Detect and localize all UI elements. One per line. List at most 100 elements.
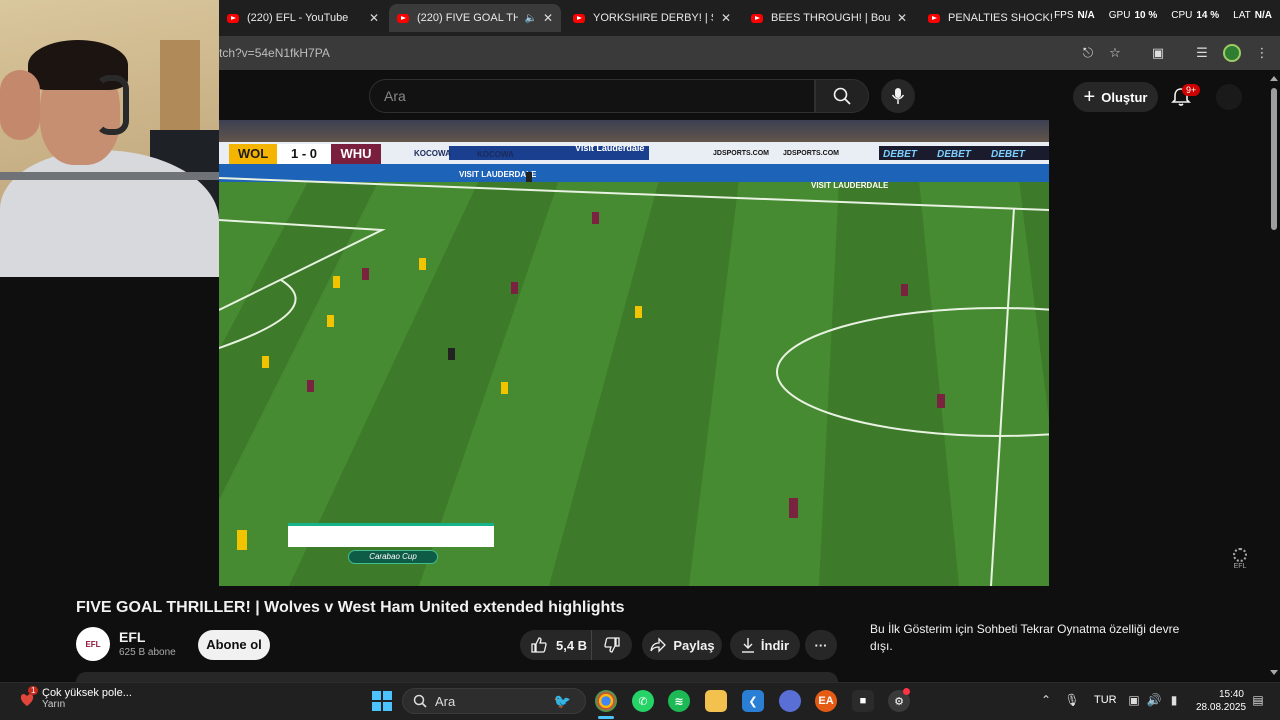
notification-center-icon[interactable]: ▤ <box>1250 692 1266 708</box>
app-circle-icon[interactable] <box>779 690 801 712</box>
ea-app-icon[interactable]: EA <box>815 690 837 712</box>
video-frame: KOCOWA KOCOWA Visit Lauderdale JDSPORTS.… <box>219 120 1049 586</box>
install-app-icon[interactable]: ⎋ <box>1080 45 1096 61</box>
weather-alert-text: Çok yüksek pole... <box>42 687 132 699</box>
description-box[interactable] <box>76 672 838 682</box>
tab-title: (220) EFL - YouTube <box>247 12 349 24</box>
create-label: Oluştur <box>1101 89 1148 105</box>
vscode-app-icon[interactable]: ❮ <box>742 690 764 712</box>
carabao-cup-badge: Carabao Cup <box>348 550 438 564</box>
youtube-favicon-icon <box>227 13 239 23</box>
volume-icon[interactable]: 🔊 <box>1146 692 1162 708</box>
more-dots-icon: ··· <box>814 637 828 653</box>
notification-badge: 9+ <box>1182 84 1201 96</box>
browser-tab-yorkshire[interactable]: YORKSHIRE DERBY! | Sheffi ✕ <box>565 4 739 32</box>
tab-title: PENALTIES SHOCK! | Sund <box>948 12 1052 24</box>
search-button[interactable] <box>815 79 869 113</box>
profile-extension-icon[interactable] <box>1223 44 1241 62</box>
dislike-button[interactable] <box>592 636 632 654</box>
video-player[interactable]: KOCOWA KOCOWA Visit Lauderdale JDSPORTS.… <box>219 120 1049 586</box>
efl-watermark: EFL <box>1230 548 1250 570</box>
cpu-stat: CPU 14 % <box>1171 10 1220 21</box>
youtube-favicon-icon <box>751 13 763 23</box>
home-team-abbr: WOL <box>229 144 277 164</box>
channel-avatar[interactable]: EFL <box>76 627 110 661</box>
away-team-abbr: WHU <box>331 144 381 164</box>
browser-menu-icon[interactable]: ⋮ <box>1254 45 1270 61</box>
ad-board-text: KOCOWA <box>414 149 451 158</box>
url-text[interactable]: tch?v=54eN1fkH7PA <box>219 46 330 60</box>
subscriber-count: 625 B abone <box>119 647 176 658</box>
search-input[interactable]: Ara <box>369 79 815 113</box>
language-indicator[interactable]: TUR <box>1094 694 1117 706</box>
system-clock[interactable]: 15:40 28.08.2025 <box>1196 688 1246 714</box>
browser-tab-efl[interactable]: (220) EFL - YouTube ✕ <box>219 4 387 32</box>
youtube-favicon-icon <box>397 13 409 23</box>
battery-icon[interactable]: ▮ <box>1166 692 1182 708</box>
search-highlight-bird-icon: 🐦 <box>553 692 571 709</box>
ad-board-text: KOCOWA <box>477 150 514 159</box>
microphone-icon <box>891 88 905 104</box>
subscribe-button[interactable]: Abone ol <box>198 630 270 660</box>
download-button[interactable]: İndir <box>730 630 800 660</box>
speaker-icon[interactable]: 🔈 <box>524 13 536 24</box>
ad-board-text: VISIT LAUDERDALE <box>811 181 889 190</box>
share-arrow-icon <box>650 637 667 653</box>
scroll-down-icon[interactable] <box>1270 670 1278 675</box>
scorebug: WOL 1 - 0 WHU <box>229 144 381 164</box>
microphone-tray-icon[interactable]: 🎙 <box>1064 692 1080 708</box>
tab-close-icon[interactable]: ✕ <box>363 11 379 25</box>
chat-replay-notice: Bu İlk Gösterim için Sohbeti Tekrar Oyna… <box>870 622 1180 653</box>
page-scrollbar[interactable] <box>1268 70 1280 682</box>
extensions-icon[interactable]: ▣ <box>1150 45 1166 61</box>
steelseries-app-icon[interactable]: ⚙ <box>888 688 910 712</box>
tab-close-icon[interactable]: ✕ <box>891 11 907 25</box>
tab-title: (220) FIVE GOAL THRILLER <box>417 12 519 24</box>
search-icon <box>833 87 851 105</box>
match-score: 1 - 0 <box>277 144 331 164</box>
tab-close-icon[interactable]: ✕ <box>537 11 553 25</box>
scroll-up-icon[interactable] <box>1270 76 1278 81</box>
whatsapp-app-icon[interactable]: ✆ <box>632 690 654 712</box>
account-avatar[interactable] <box>1216 84 1242 110</box>
scrollbar-thumb[interactable] <box>1271 88 1277 230</box>
pollen-alert-icon: 1 <box>18 685 39 708</box>
game-app-icon[interactable]: ■ <box>852 690 874 712</box>
like-dislike-group: 5,4 B <box>520 630 632 660</box>
spotify-app-icon[interactable]: ≋ <box>668 690 690 712</box>
network-icon[interactable]: ▣ <box>1126 692 1142 708</box>
weather-widget[interactable]: 1 Çok yüksek pole... Yarın <box>18 685 132 710</box>
fps-stat: FPS N/A <box>1054 10 1095 21</box>
tab-title: YORKSHIRE DERBY! | Sheffi <box>593 12 713 24</box>
lower-third-graphic <box>288 523 494 547</box>
channel-name[interactable]: EFL <box>119 629 145 645</box>
plus-icon: + <box>1083 86 1096 108</box>
taskbar-search[interactable]: Ara 🐦 <box>402 688 586 714</box>
weather-day-text: Yarın <box>42 699 66 710</box>
start-button[interactable] <box>372 691 392 711</box>
gpu-stat: GPU 10 % <box>1108 10 1158 21</box>
video-title: FIVE GOAL THRILLER! | Wolves v West Ham … <box>76 599 625 616</box>
active-app-indicator <box>598 716 614 719</box>
chrome-app-icon[interactable] <box>595 690 617 712</box>
voice-search-button[interactable] <box>881 79 915 113</box>
more-actions-button[interactable]: ··· <box>805 630 837 660</box>
download-icon <box>741 638 754 653</box>
media-controls-icon[interactable]: ☰ <box>1194 45 1210 61</box>
like-button[interactable]: 5,4 B <box>520 630 592 660</box>
headphones-icon <box>95 75 129 135</box>
youtube-favicon-icon <box>573 13 585 23</box>
browser-tab-penalties[interactable]: PENALTIES SHOCK! | Sund <box>920 4 1060 32</box>
tray-overflow-chevron-icon[interactable]: ⌃ <box>1038 692 1054 708</box>
file-explorer-icon[interactable] <box>705 690 727 712</box>
ad-board-text: JDSPORTS.COM <box>783 150 839 157</box>
bookmark-star-icon[interactable]: ☆ <box>1107 45 1123 61</box>
lat-stat: LAT N/A <box>1233 10 1272 21</box>
browser-tab-five-goal[interactable]: (220) FIVE GOAL THRILLER 🔈 ✕ <box>389 4 561 32</box>
ad-board-text: Visit Lauderdale <box>575 143 644 153</box>
share-button[interactable]: Paylaş <box>642 630 722 660</box>
ad-board-text: DEBET <box>937 149 972 160</box>
tab-close-icon[interactable]: ✕ <box>715 11 731 25</box>
create-button[interactable]: + Oluştur <box>1073 82 1158 112</box>
browser-tab-bees[interactable]: BEES THROUGH! | Bournem ✕ <box>743 4 915 32</box>
